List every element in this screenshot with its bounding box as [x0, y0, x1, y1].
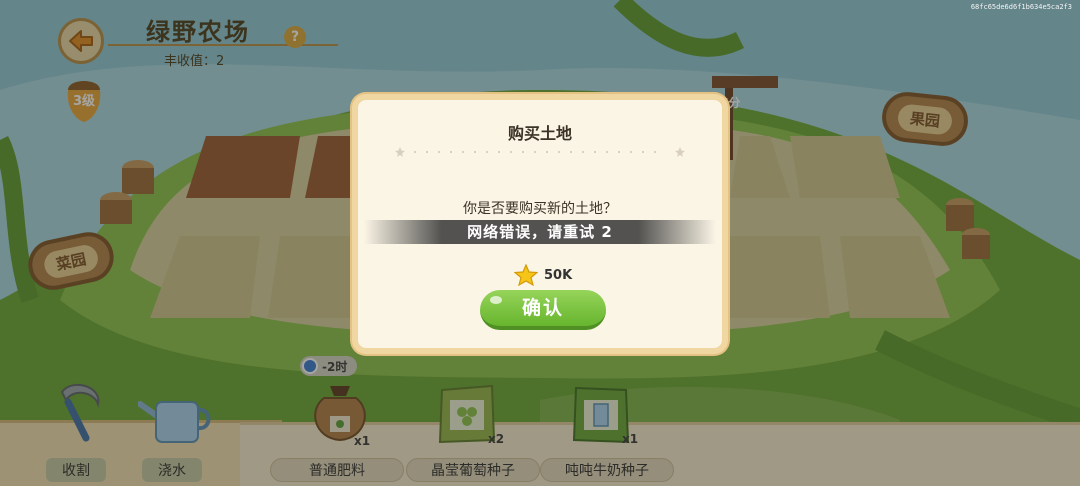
level-text: 3级: [72, 94, 96, 109]
confirm-label: 确认: [521, 297, 564, 319]
dotted-divider: [395, 147, 685, 157]
fertilizer-label: 普通肥料: [270, 458, 404, 482]
sign-label: 菜园: [41, 242, 101, 280]
star-coin-icon: [514, 264, 538, 286]
sickle-icon: [60, 383, 100, 442]
milk-seed-qty: x1: [622, 432, 639, 446]
clock-icon: [302, 358, 318, 374]
milk-seed-label: 吨吨牛奶种子: [540, 458, 674, 482]
fruit-garden-sign[interactable]: 果园: [879, 89, 971, 149]
sign-label: 果园: [896, 102, 954, 136]
water-label: 浇水: [142, 458, 202, 482]
fertilizer-bag-icon: [314, 386, 366, 442]
dialog-question: 你是否要购买新的土地？: [463, 201, 617, 217]
farm-title: 绿野农场: [146, 18, 250, 46]
watermark: 68fc65de6d6f1b634e5ca2f3: [970, 3, 1072, 11]
dialog-title: 购买土地: [507, 124, 572, 143]
harvest-value: 丰收值：2: [164, 54, 225, 69]
watering-can-icon: [138, 401, 211, 443]
level-badge[interactable]: 3级: [62, 74, 106, 124]
boost-text: -2时: [322, 359, 348, 374]
sign-board: 果园: [879, 89, 971, 149]
boost-badge: -2时: [300, 356, 358, 376]
grape-seed-qty: x2: [488, 432, 505, 446]
price: 50K: [514, 264, 572, 286]
help-button[interactable]: ?: [284, 26, 306, 48]
grape-seed-label: 晶莹葡萄种子: [406, 458, 540, 482]
price-value: 50K: [544, 267, 573, 283]
harvest-label: 收割: [46, 458, 106, 482]
confirm-button[interactable]: 确认: [480, 290, 606, 330]
buy-land-dialog: 购买土地 你是否要购买新的土地？ 网络错误，请重试 2 50K 确认: [352, 94, 728, 354]
bottom-toolbar: 收割 浇水 -2时 x1 普通肥料 x2 晶莹葡萄种子 x1 吨吨牛奶种子: [0, 356, 1080, 486]
fertilizer-qty: x1: [354, 434, 371, 448]
back-arrow-icon: [69, 30, 93, 52]
title-divider: [108, 44, 338, 46]
back-button[interactable]: [58, 18, 104, 64]
button-shine: [490, 296, 502, 304]
error-toast: 网络错误，请重试 2: [364, 220, 716, 244]
